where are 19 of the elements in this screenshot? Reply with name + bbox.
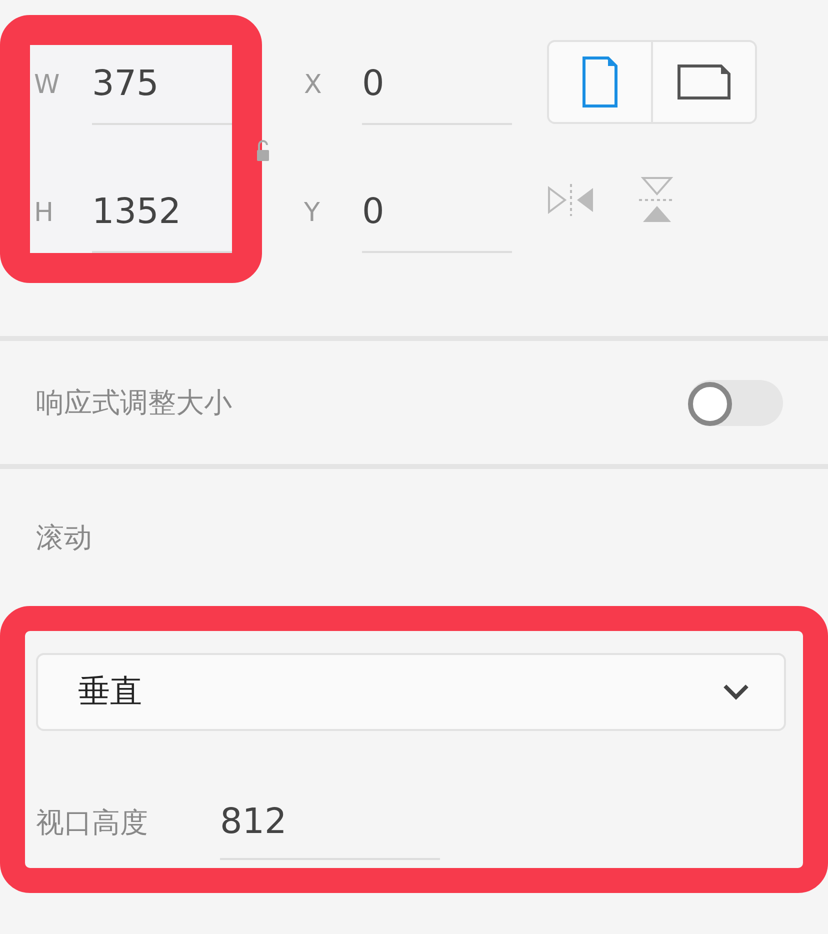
field-label: H	[33, 198, 55, 228]
field-label: W	[33, 70, 61, 100]
landscape-page-icon	[676, 63, 732, 101]
scroll-direction-dropdown[interactable]: 垂直	[36, 653, 786, 731]
chevron-down-icon	[722, 683, 750, 701]
input-field[interactable]: 1352	[92, 173, 232, 253]
viewport-height-label: 视口高度	[36, 805, 149, 841]
scrolling-label: 滚动	[36, 521, 92, 554]
field-label: Y	[303, 198, 321, 228]
lock-icon[interactable]	[256, 140, 270, 162]
toggle-switch[interactable]	[688, 380, 783, 426]
responsive-resize-label: 响应式调整大小	[36, 384, 232, 420]
flip-horizontal-icon[interactable]	[547, 182, 595, 218]
input-field[interactable]: 0	[362, 45, 512, 125]
portrait-page-icon	[581, 55, 619, 109]
input-field[interactable]: 812	[220, 786, 440, 860]
input-field[interactable]: 375	[92, 45, 232, 125]
field-label: X	[303, 70, 323, 100]
input-field[interactable]: 0	[362, 173, 512, 253]
